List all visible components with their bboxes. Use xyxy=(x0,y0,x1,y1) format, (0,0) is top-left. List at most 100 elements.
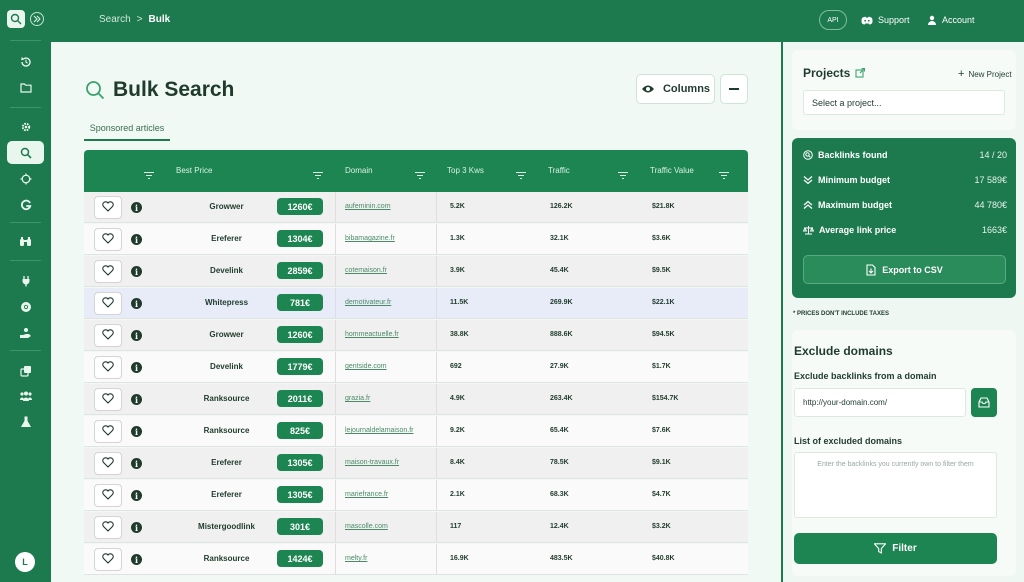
copy-icon[interactable] xyxy=(7,359,44,382)
best-price-badge[interactable]: 1260€ xyxy=(277,198,323,215)
domain-link[interactable]: bibamagazine.fr xyxy=(345,235,395,242)
info-icon[interactable]: i xyxy=(131,266,142,277)
new-project-button[interactable]: + New Project xyxy=(958,68,1012,80)
favorite-button[interactable] xyxy=(94,484,122,507)
flask-icon[interactable] xyxy=(7,410,44,433)
table-row[interactable]: i Ereferer 1305€ maison-travaux.fr 8.4K 78.5K… xyxy=(84,448,748,479)
info-icon[interactable]: i xyxy=(131,298,142,309)
table-row[interactable]: i Growwer 1260€ hommeactuelle.fr 38.8K 888.6K… xyxy=(84,320,748,351)
info-icon[interactable]: i xyxy=(131,362,142,373)
best-price-badge[interactable]: 1260€ xyxy=(277,326,323,343)
search-icon[interactable] xyxy=(7,141,44,164)
column-header[interactable]: Domain xyxy=(345,166,373,175)
filter-icon[interactable] xyxy=(313,166,323,184)
chrome-icon[interactable] xyxy=(7,295,44,318)
column-header[interactable]: Best Price xyxy=(176,166,212,175)
excluded-domains-textarea[interactable]: Enter the backlinks you currently own to… xyxy=(794,452,997,518)
info-icon[interactable]: i xyxy=(131,458,142,469)
table-row[interactable]: i Ranksource 2011€ grazia.fr 4.9K 263.4K $154.… xyxy=(84,384,748,415)
external-link-icon[interactable] xyxy=(855,68,866,78)
domain-link[interactable]: melty.fr xyxy=(345,555,367,562)
info-icon[interactable]: i xyxy=(131,554,142,565)
gear-icon[interactable] xyxy=(7,115,44,138)
favorite-button[interactable] xyxy=(94,356,122,379)
domain-link[interactable]: mascolle.com xyxy=(345,523,388,530)
filter-icon[interactable] xyxy=(618,166,628,184)
collapse-button[interactable] xyxy=(720,74,748,104)
support-link[interactable]: Support xyxy=(861,15,910,25)
table-row[interactable]: i Develink 2859€ cotemaison.fr 3.9K 45.4K $9.5… xyxy=(84,256,748,287)
binoculars-icon[interactable] xyxy=(7,230,44,253)
favorite-button[interactable] xyxy=(94,324,122,347)
best-price-badge[interactable]: 1424€ xyxy=(277,550,323,567)
filter-icon[interactable] xyxy=(144,166,154,184)
users-icon[interactable] xyxy=(7,385,44,408)
table-row[interactable]: i Develink 1779€ gentside.com 692 27.9K $1.7K xyxy=(84,352,748,383)
domain-link[interactable]: grazia.fr xyxy=(345,395,370,402)
domain-link[interactable]: lejournaldelamaison.fr xyxy=(345,427,413,434)
table-row[interactable]: i Ereferer 1305€ mariefrance.fr 2.1K 68.3K $4.… xyxy=(84,480,748,511)
api-button[interactable]: API xyxy=(819,10,847,30)
best-price-badge[interactable]: 1304€ xyxy=(277,230,323,247)
hand-icon[interactable] xyxy=(7,321,44,344)
expand-sidebar-icon[interactable] xyxy=(30,12,44,26)
favorite-button[interactable] xyxy=(94,388,122,411)
domain-link[interactable]: cotemaison.fr xyxy=(345,267,387,274)
exclude-domain-input[interactable]: http://your-domain.com/ xyxy=(794,388,966,417)
best-price-badge[interactable]: 301€ xyxy=(277,518,323,535)
favorite-button[interactable] xyxy=(94,292,122,315)
plug-icon[interactable] xyxy=(7,269,44,292)
table-row[interactable]: i Whitepress 781€ demotivateur.fr 11.5K 269.9… xyxy=(84,288,748,319)
column-header[interactable]: Traffic xyxy=(548,166,570,175)
domain-link[interactable]: aufeminin.com xyxy=(345,203,391,210)
best-price-badge[interactable]: 1779€ xyxy=(277,358,323,375)
favorite-button[interactable] xyxy=(94,260,122,283)
table-row[interactable]: i Ereferer 1304€ bibamagazine.fr 1.3K 32.1K $3… xyxy=(84,224,748,255)
domain-link[interactable]: hommeactuelle.fr xyxy=(345,331,399,338)
add-excluded-domain-button[interactable] xyxy=(971,388,997,417)
info-icon[interactable]: i xyxy=(131,234,142,245)
folder-icon[interactable] xyxy=(7,76,44,99)
best-price-badge[interactable]: 1305€ xyxy=(277,454,323,471)
google-icon[interactable] xyxy=(7,193,44,216)
best-price-badge[interactable]: 781€ xyxy=(277,294,323,311)
info-icon[interactable]: i xyxy=(131,490,142,501)
table-row[interactable]: i Ranksource 1424€ melty.fr 16.9K 483.5K $40.8… xyxy=(84,544,748,575)
column-header[interactable]: Traffic Value xyxy=(650,166,694,175)
filter-icon[interactable] xyxy=(516,166,526,184)
history-icon[interactable] xyxy=(7,50,44,73)
info-icon[interactable]: i xyxy=(131,202,142,213)
column-header[interactable]: Top 3 Kws xyxy=(447,166,484,175)
columns-button[interactable]: Columns xyxy=(636,74,715,104)
favorite-button[interactable] xyxy=(94,228,122,251)
account-link[interactable]: Account xyxy=(927,15,975,25)
table-row[interactable]: i Mistergoodlink 301€ mascolle.com 117 12.4K $… xyxy=(84,512,748,543)
info-icon[interactable]: i xyxy=(131,394,142,405)
info-icon[interactable]: i xyxy=(131,522,142,533)
filter-icon[interactable] xyxy=(415,166,425,184)
table-row[interactable]: i Growwer 1260€ aufeminin.com 5.2K 126.2K $21.… xyxy=(84,192,748,223)
best-price-badge[interactable]: 1305€ xyxy=(277,486,323,503)
project-select[interactable]: Select a project... xyxy=(803,90,1005,115)
table-row[interactable]: i Ranksource 825€ lejournaldelamaison.fr 9.2… xyxy=(84,416,748,447)
export-csv-button[interactable]: Export to CSV xyxy=(803,255,1006,284)
breadcrumb-parent[interactable]: Search xyxy=(99,14,131,25)
best-price-badge[interactable]: 825€ xyxy=(277,422,323,439)
domain-link[interactable]: maison-travaux.fr xyxy=(345,459,399,466)
favorite-button[interactable] xyxy=(94,420,122,443)
domain-link[interactable]: demotivateur.fr xyxy=(345,299,391,306)
favorite-button[interactable] xyxy=(94,548,122,571)
domain-link[interactable]: gentside.com xyxy=(345,363,387,370)
favorite-button[interactable] xyxy=(94,452,122,475)
tab-sponsored-articles[interactable]: Sponsored articles xyxy=(84,123,170,141)
info-icon[interactable]: i xyxy=(131,330,142,341)
filter-icon[interactable] xyxy=(719,166,729,184)
favorite-button[interactable] xyxy=(94,196,122,219)
avatar[interactable]: L xyxy=(15,552,35,572)
best-price-badge[interactable]: 2859€ xyxy=(277,262,323,279)
filter-button[interactable]: Filter xyxy=(794,533,997,564)
target-icon[interactable] xyxy=(7,167,44,190)
logo-icon[interactable] xyxy=(7,10,25,28)
favorite-button[interactable] xyxy=(94,516,122,539)
best-price-badge[interactable]: 2011€ xyxy=(277,390,323,407)
